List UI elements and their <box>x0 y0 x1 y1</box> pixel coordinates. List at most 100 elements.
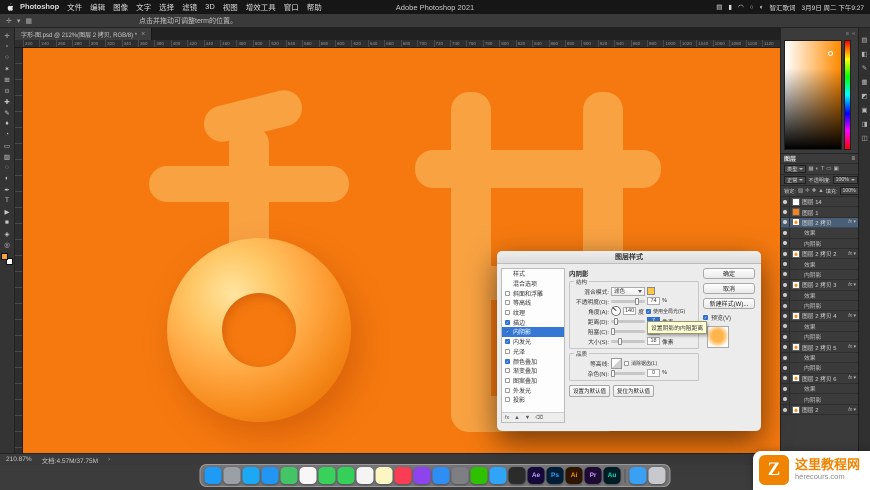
layer-thumbnail[interactable] <box>792 208 800 217</box>
separator[interactable] <box>624 468 626 483</box>
layer-row[interactable]: 图层 2 <box>781 404 858 416</box>
qq[interactable] <box>489 467 507 484</box>
visibility-toggle[interactable] <box>781 363 790 373</box>
filter-adjustment-icon[interactable]: ◐ <box>816 166 819 172</box>
terminal[interactable] <box>508 467 526 484</box>
style-checkbox[interactable] <box>505 368 510 374</box>
preview-checkbox[interactable] <box>703 315 708 320</box>
foreground-color[interactable] <box>1 253 8 260</box>
layer-thumbnail[interactable] <box>792 374 800 383</box>
collapse-panel-icon[interactable]: « <box>852 31 855 38</box>
style-list-item[interactable]: 外发光 <box>502 385 564 395</box>
tab-layers[interactable]: 图层 <box>784 154 796 163</box>
layer-thumbnail[interactable] <box>792 343 800 352</box>
menu-item[interactable]: 增效工具 <box>246 2 276 13</box>
libraries-panel-icon[interactable]: ▣ <box>861 106 867 114</box>
size-value[interactable]: 18 <box>647 337 660 345</box>
visibility-toggle[interactable] <box>781 342 790 352</box>
actions-panel-icon[interactable]: ◫ <box>861 134 867 142</box>
visibility-toggle[interactable] <box>781 248 790 259</box>
style-checkbox[interactable] <box>505 310 510 316</box>
marquee-tool[interactable]: ▫ <box>1 41 14 52</box>
slider-thumb[interactable] <box>614 317 618 325</box>
music[interactable] <box>394 467 412 484</box>
photoshop[interactable]: Ps <box>546 467 564 484</box>
lock-position-icon[interactable]: ✚ <box>812 188 817 194</box>
slider-thumb[interactable] <box>618 337 622 345</box>
opacity-value[interactable]: 74 <box>647 297 660 305</box>
style-checkbox[interactable] <box>505 358 510 364</box>
document-tab[interactable]: 字形-图.psd @ 212%(图层 2 拷贝, RGB/8) * × <box>15 28 153 40</box>
visibility-toggle[interactable] <box>781 394 790 404</box>
visibility-toggle[interactable] <box>781 217 790 228</box>
style-checkbox[interactable] <box>505 348 510 354</box>
new-style-button[interactable]: 新建样式(W)... <box>703 298 755 309</box>
maps[interactable] <box>280 467 298 484</box>
menu-item[interactable]: 编辑 <box>90 2 105 13</box>
fx-badge-icon[interactable] <box>848 407 856 413</box>
app-store[interactable] <box>432 467 450 484</box>
filter-shape-icon[interactable]: ▭ <box>826 166 831 172</box>
visibility-toggle[interactable] <box>781 290 790 300</box>
display-icon[interactable]: ▤ <box>716 3 722 11</box>
layer-row[interactable]: 内阴影 <box>781 363 858 374</box>
choke-slider[interactable] <box>611 327 645 335</box>
style-checkbox[interactable] <box>505 319 510 325</box>
opacity-select[interactable]: 100% <box>832 176 858 184</box>
info-panel-icon[interactable]: ◨ <box>861 120 867 128</box>
style-list-item[interactable]: 样式 <box>502 269 564 279</box>
blend-mode-select[interactable]: 正常 <box>784 176 807 184</box>
fx-badge-icon[interactable] <box>848 251 856 257</box>
style-checkbox[interactable] <box>505 339 510 345</box>
system-preferences[interactable] <box>451 467 469 484</box>
lock-pixels-icon[interactable]: ✛ <box>805 188 810 194</box>
layer-row[interactable]: 内阴影 <box>781 332 858 343</box>
move-tool[interactable]: ✛ <box>1 30 14 41</box>
menu-item[interactable]: 3D <box>205 2 215 13</box>
blur-tool[interactable]: ◌ <box>1 162 14 173</box>
lasso-tool[interactable]: ○ <box>1 52 14 63</box>
history-panel-icon[interactable]: ▤ <box>861 36 867 44</box>
style-list-item[interactable]: 渐变叠加 <box>502 366 564 376</box>
layer-row[interactable]: 内阴影 <box>781 269 858 281</box>
visibility-toggle[interactable] <box>781 207 790 217</box>
visibility-toggle[interactable] <box>781 384 790 394</box>
visibility-toggle[interactable] <box>781 352 790 363</box>
dodge-tool[interactable]: ◐ <box>1 173 14 184</box>
layer-row[interactable]: 效果 <box>781 228 858 239</box>
slider-thumb[interactable] <box>611 327 615 335</box>
layers-panel-menu-icon[interactable]: ≡ <box>851 156 855 162</box>
hue-slider[interactable] <box>844 40 851 150</box>
style-list-item[interactable]: 描边 <box>502 317 564 327</box>
move-up-icon[interactable]: ▲ <box>514 415 519 421</box>
brush-tool[interactable]: ✎ <box>1 107 14 118</box>
style-list-item[interactable]: 混合选项 <box>502 279 564 289</box>
cancel-button[interactable]: 取消 <box>703 283 755 294</box>
noise-slider[interactable] <box>611 369 645 377</box>
filter-type-icon[interactable]: T <box>821 166 824 172</box>
layer-row[interactable]: 效果 <box>781 384 858 395</box>
visibility-toggle[interactable] <box>781 259 790 269</box>
illustrator[interactable]: Ai <box>565 467 583 484</box>
fx-badge-icon[interactable] <box>848 313 856 319</box>
layer-row[interactable]: 图层 2 拷贝 3 <box>781 280 858 291</box>
messages[interactable] <box>318 467 336 484</box>
opacity-slider[interactable] <box>611 297 645 305</box>
audition[interactable]: Au <box>603 467 621 484</box>
layer-row[interactable]: 内阴影 <box>781 300 858 312</box>
trash[interactable] <box>648 467 666 484</box>
menu-item[interactable]: 文字 <box>136 2 151 13</box>
slider-thumb[interactable] <box>611 369 615 377</box>
visibility-toggle[interactable] <box>781 373 790 383</box>
menu-item[interactable]: 选择 <box>159 2 174 13</box>
layer-thumbnail[interactable] <box>792 218 800 227</box>
history-brush-tool[interactable]: ◔ <box>1 129 14 140</box>
menu-item[interactable]: 滤镜 <box>182 2 197 13</box>
close-tab-icon[interactable]: × <box>141 31 145 38</box>
style-checkbox[interactable] <box>505 387 510 393</box>
layer-row[interactable]: 效果 <box>781 290 858 301</box>
style-checkbox[interactable] <box>505 377 510 383</box>
style-list-item[interactable]: 颜色叠加 <box>502 356 564 366</box>
noise-value[interactable]: 0 <box>647 369 660 377</box>
finder[interactable] <box>204 467 222 484</box>
